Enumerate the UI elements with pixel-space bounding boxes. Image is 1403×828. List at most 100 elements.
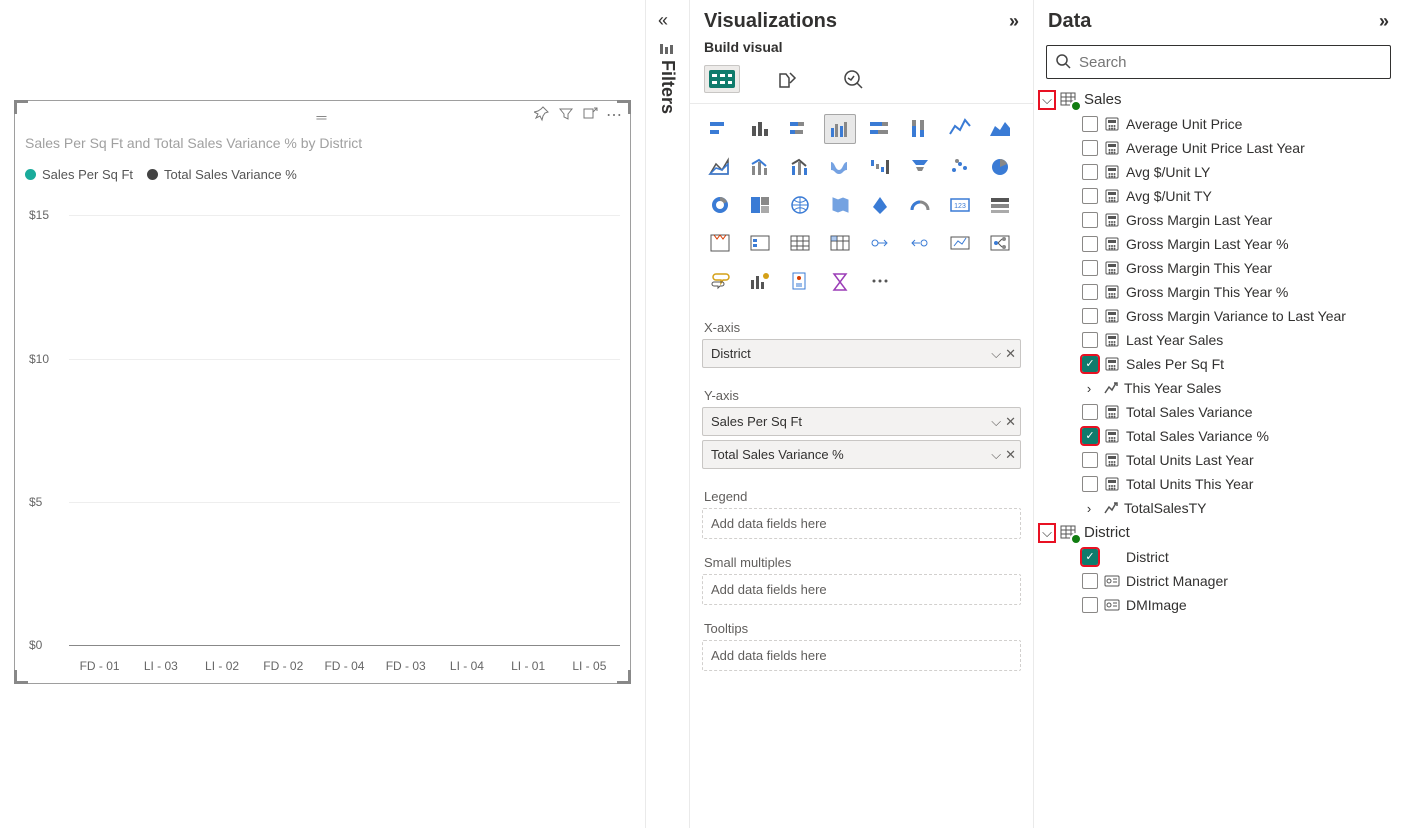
field-row[interactable]: ›This Year Sales <box>1038 376 1395 400</box>
field-checkbox[interactable] <box>1082 428 1098 444</box>
viz-type-stacked100[interactable] <box>904 114 936 144</box>
analytics-tab[interactable] <box>836 65 872 93</box>
field-checkbox[interactable] <box>1082 573 1098 589</box>
legend-well-drop[interactable]: Add data fields here <box>702 508 1021 539</box>
filters-collapsed-rail[interactable]: « Filters <box>645 0 689 828</box>
field-row[interactable]: DMImage <box>1038 593 1395 617</box>
viz-type-smart[interactable] <box>744 266 776 296</box>
viz-type-linecol[interactable] <box>744 152 776 182</box>
viz-type-qna[interactable] <box>704 266 736 296</box>
viz-type-stackedbar-h[interactable] <box>704 114 736 144</box>
field-row[interactable]: Avg $/Unit LY <box>1038 160 1395 184</box>
viz-type-more[interactable] <box>864 266 896 296</box>
expand-filters-icon[interactable]: « <box>658 10 668 31</box>
collapse-visualizations-icon[interactable]: » <box>1009 11 1019 32</box>
yaxis-field-pill-2[interactable]: Total Sales Variance % ⌵✕ <box>702 440 1021 469</box>
table-row[interactable]: ⌵District <box>1038 520 1395 545</box>
focus-mode-icon[interactable] <box>582 106 598 125</box>
chart-visual-frame[interactable]: ═ ⋯ Sales Per Sq Ft and Total Sales Vari… <box>14 100 631 684</box>
field-row[interactable]: Average Unit Price Last Year <box>1038 136 1395 160</box>
filter-icon[interactable] <box>558 106 574 125</box>
viz-type-line[interactable] <box>944 114 976 144</box>
field-checkbox[interactable] <box>1082 260 1098 276</box>
collapse-data-icon[interactable]: » <box>1379 11 1389 32</box>
search-box[interactable] <box>1046 45 1391 79</box>
viz-type-waterfall[interactable] <box>864 152 896 182</box>
field-checkbox[interactable] <box>1082 597 1098 613</box>
viz-type-keyinfl[interactable] <box>944 228 976 258</box>
field-checkbox[interactable] <box>1082 188 1098 204</box>
field-checkbox[interactable] <box>1082 284 1098 300</box>
field-checkbox[interactable] <box>1082 116 1098 132</box>
field-checkbox[interactable] <box>1082 549 1098 565</box>
viz-type-card[interactable]: 123 <box>944 190 976 220</box>
chevron-down-icon[interactable]: ⌵ <box>991 346 1001 362</box>
viz-type-rscript[interactable] <box>864 228 896 258</box>
field-row[interactable]: District <box>1038 545 1395 569</box>
field-row[interactable]: Gross Margin Variance to Last Year <box>1038 304 1395 328</box>
field-row[interactable]: Total Sales Variance % <box>1038 424 1395 448</box>
expand-field-icon[interactable]: › <box>1082 381 1096 396</box>
viz-type-clusteredcol[interactable] <box>744 114 776 144</box>
field-row[interactable]: Sales Per Sq Ft <box>1038 352 1395 376</box>
viz-type-table[interactable] <box>784 228 816 258</box>
tooltips-well-drop[interactable]: Add data fields here <box>702 640 1021 671</box>
expand-field-icon[interactable]: › <box>1082 501 1096 516</box>
viz-type-azuremap[interactable] <box>864 190 896 220</box>
field-row[interactable]: Last Year Sales <box>1038 328 1395 352</box>
viz-type-area[interactable] <box>984 114 1016 144</box>
viz-type-ribbon[interactable] <box>824 152 856 182</box>
field-checkbox[interactable] <box>1082 164 1098 180</box>
viz-type-multicard[interactable] <box>704 228 736 258</box>
field-row[interactable]: District Manager <box>1038 569 1395 593</box>
field-checkbox[interactable] <box>1082 404 1098 420</box>
viz-type-clusteredcol2[interactable] <box>824 114 856 144</box>
field-checkbox[interactable] <box>1082 140 1098 156</box>
viz-type-stackedbar[interactable] <box>784 114 816 144</box>
expand-table-icon[interactable]: ⌵ <box>1040 92 1054 108</box>
viz-type-slicer[interactable] <box>744 228 776 258</box>
field-row[interactable]: Total Units Last Year <box>1038 448 1395 472</box>
viz-type-map[interactable] <box>784 190 816 220</box>
viz-type-pyviz[interactable] <box>904 228 936 258</box>
viz-type-linecol2[interactable] <box>784 152 816 182</box>
chevron-down-icon[interactable]: ⌵ <box>991 414 1001 430</box>
viz-type-paginated[interactable] <box>784 266 816 296</box>
viz-type-decomptree[interactable] <box>984 228 1016 258</box>
field-checkbox[interactable] <box>1082 212 1098 228</box>
field-row[interactable]: Avg $/Unit TY <box>1038 184 1395 208</box>
viz-type-area2[interactable] <box>704 152 736 182</box>
chevron-down-icon[interactable]: ⌵ <box>991 447 1001 463</box>
viz-type-gauge[interactable] <box>904 190 936 220</box>
small-multiples-well-drop[interactable]: Add data fields here <box>702 574 1021 605</box>
table-row[interactable]: ⌵Sales <box>1038 87 1395 112</box>
search-input[interactable] <box>1079 54 1382 71</box>
viz-type-appsource[interactable] <box>824 266 856 296</box>
expand-table-icon[interactable]: ⌵ <box>1040 525 1054 541</box>
viz-type-stacked100-h[interactable] <box>864 114 896 144</box>
remove-field-icon[interactable]: ✕ <box>1005 447 1016 463</box>
field-row[interactable]: Gross Margin This Year <box>1038 256 1395 280</box>
viz-type-matrix[interactable] <box>824 228 856 258</box>
field-row[interactable]: Total Sales Variance <box>1038 400 1395 424</box>
viz-type-donut[interactable] <box>704 190 736 220</box>
viz-type-treemap[interactable] <box>744 190 776 220</box>
remove-field-icon[interactable]: ✕ <box>1005 346 1016 362</box>
pin-icon[interactable] <box>534 106 550 125</box>
field-checkbox[interactable] <box>1082 476 1098 492</box>
field-row[interactable]: Average Unit Price <box>1038 112 1395 136</box>
yaxis-field-pill-1[interactable]: Sales Per Sq Ft ⌵✕ <box>702 407 1021 436</box>
build-visual-tab[interactable] <box>704 65 740 93</box>
filters-label[interactable]: Filters <box>657 60 678 114</box>
report-canvas[interactable]: ═ ⋯ Sales Per Sq Ft and Total Sales Vari… <box>0 0 645 828</box>
field-row[interactable]: Total Units This Year <box>1038 472 1395 496</box>
field-checkbox[interactable] <box>1082 308 1098 324</box>
field-checkbox[interactable] <box>1082 332 1098 348</box>
viz-type-filledmap[interactable] <box>824 190 856 220</box>
viz-type-pie[interactable] <box>984 152 1016 182</box>
field-checkbox[interactable] <box>1082 452 1098 468</box>
viz-type-funnel[interactable] <box>904 152 936 182</box>
viz-type-scatter[interactable] <box>944 152 976 182</box>
field-row[interactable]: Gross Margin Last Year % <box>1038 232 1395 256</box>
xaxis-field-pill[interactable]: District ⌵✕ <box>702 339 1021 368</box>
